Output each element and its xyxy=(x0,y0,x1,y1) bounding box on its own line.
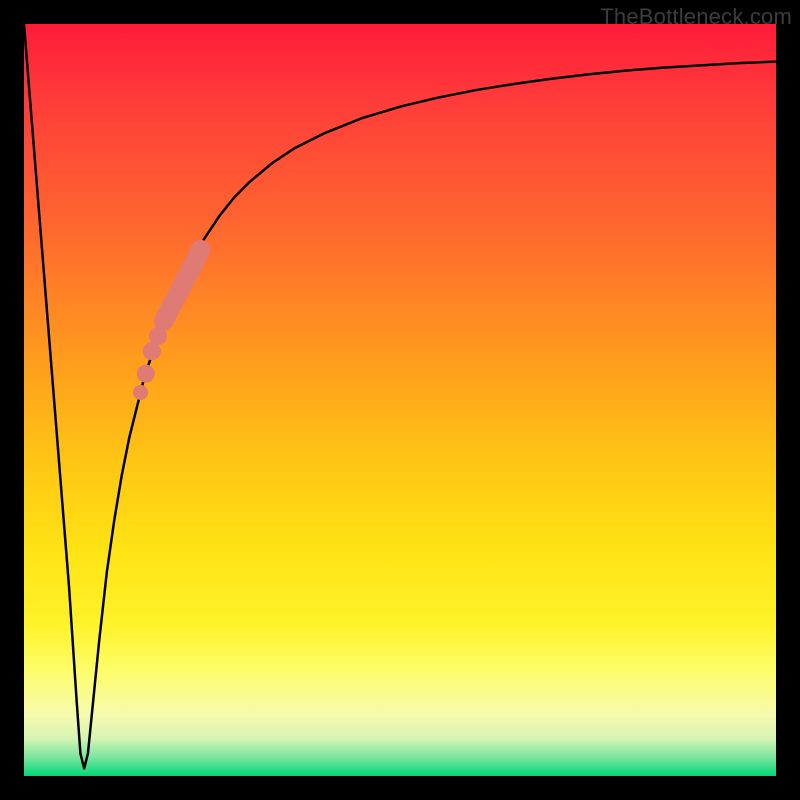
dot-1 xyxy=(133,385,148,400)
segment xyxy=(164,250,201,321)
dot-2 xyxy=(137,365,155,383)
chart-svg xyxy=(24,24,776,776)
curve-markers xyxy=(133,250,201,400)
plot-area xyxy=(24,24,776,776)
chart-frame: TheBottleneck.com xyxy=(0,0,800,800)
watermark-text: TheBottleneck.com xyxy=(600,4,792,30)
